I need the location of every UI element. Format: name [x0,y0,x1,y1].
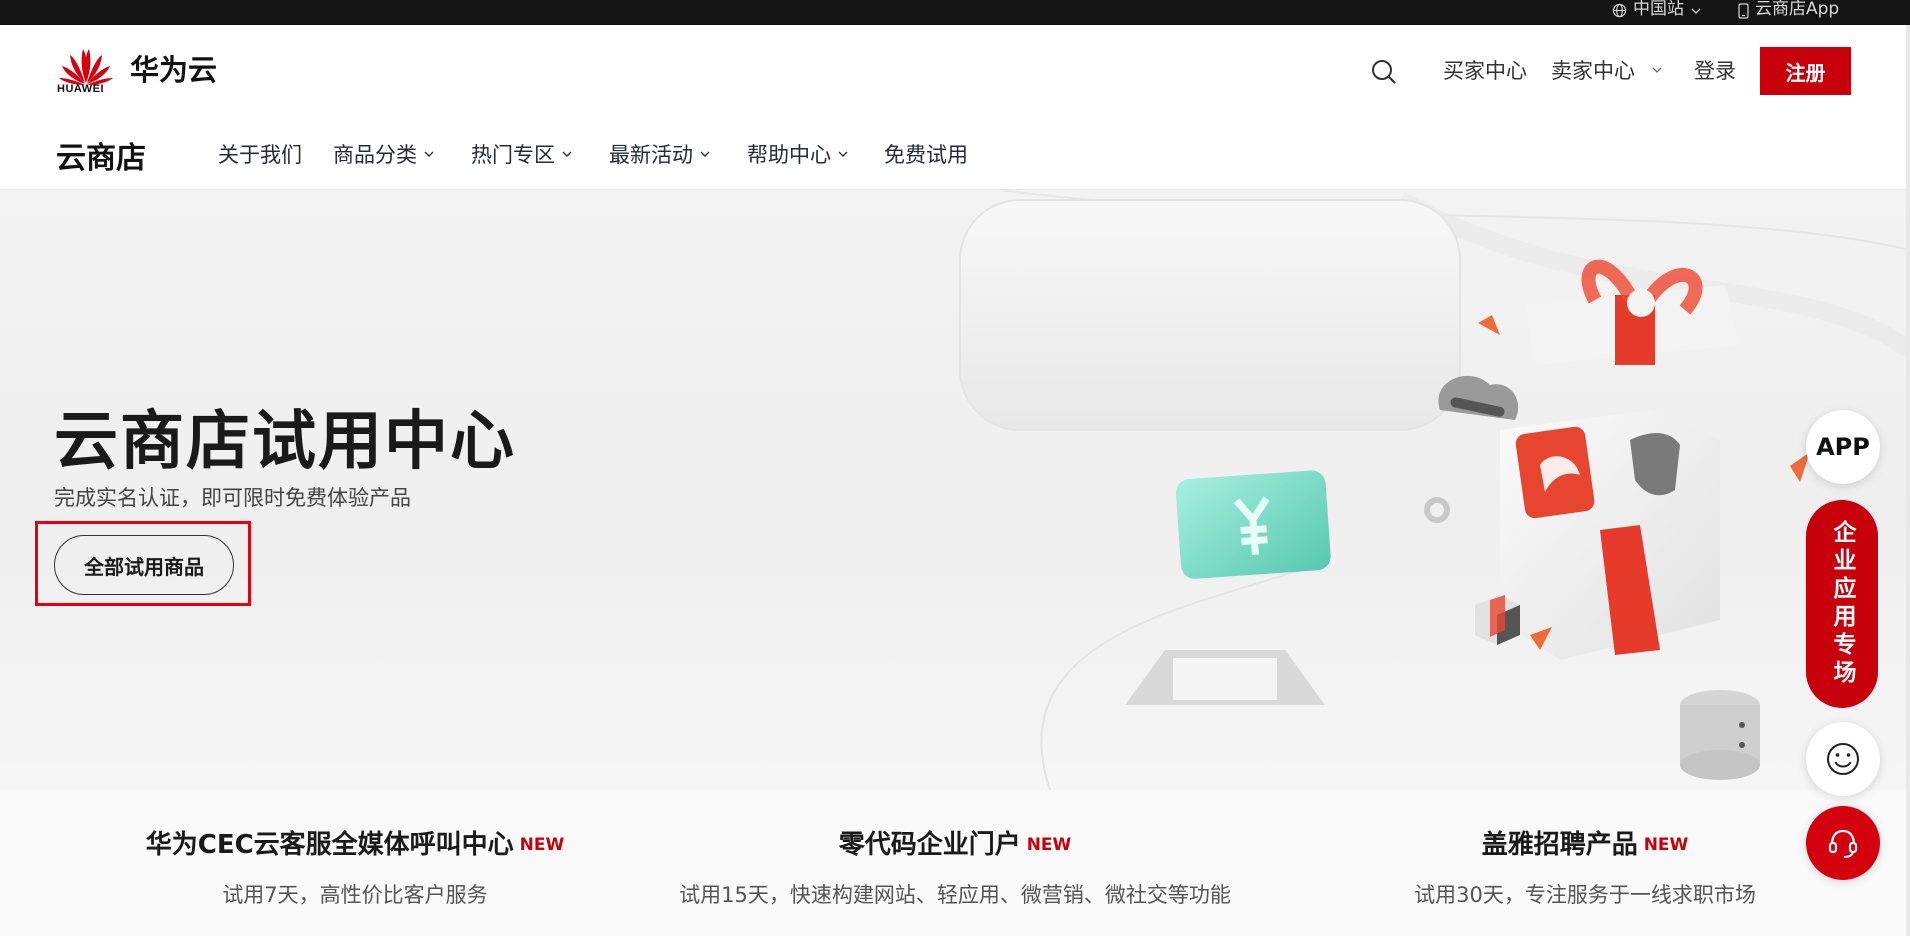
new-badge: NEW [1643,835,1689,855]
customer-service-float-button[interactable] [1806,806,1880,880]
feature-title: 华为CEC云客服全媒体呼叫中心 [145,830,514,860]
huawei-logo-text: HUAWEI [57,83,104,95]
feature-card[interactable]: 华为CEC云客服全媒体呼叫中心 NEW 试用7天，高性价比客户服务 [45,790,665,909]
hero-banner: 云商店试用中心 完成实名认证，即可限时免费体验产品 全部试用商品 [0,190,1910,790]
feedback-float-button[interactable] [1806,722,1880,796]
new-badge: NEW [1026,835,1072,855]
chevron-down-icon [700,151,710,157]
feature-card[interactable]: 零代码企业门户 NEW 试用15天，快速构建网站、轻应用、微营销、微社交等功能 [645,790,1265,909]
headset-icon [1828,829,1858,858]
top-bar: 中国站 云商店App [0,0,1910,25]
chevron-down-icon [1691,8,1701,14]
feature-description: 试用15天，快速构建网站、轻应用、微营销、微社交等功能 [679,883,1231,907]
smile-icon [1827,743,1859,775]
store-app-label: 云商店App [1755,0,1840,19]
site-header: HUAWEI 华为云 买家中心 卖家中心 登录 注册 云商店 关于我们 商品分类 热… [0,25,1910,190]
buyer-center-label: 买家中心 [1443,59,1527,83]
feature-description: 试用7天，高性价比客户服务 [222,883,488,907]
feature-card[interactable]: 盖雅招聘产品 NEW 试用30天，专注服务于一线求职市场 [1275,790,1895,909]
globe-icon [1612,3,1627,18]
store-nav-label: 热门专区 [471,143,555,167]
region-selector[interactable]: 中国站 [1612,0,1702,25]
store-nav-item[interactable]: 商品分类 [333,139,435,169]
seller-center-label: 卖家中心 [1551,59,1635,83]
store-title[interactable]: 云商店 [56,133,146,177]
store-nav-item[interactable]: 热门专区 [471,139,573,169]
chevron-down-icon [562,151,572,157]
enterprise-app-float-button[interactable]: 企业应用专场 [1806,500,1878,708]
chevron-down-icon [838,151,848,157]
store-nav-item[interactable]: 关于我们 [218,139,302,169]
feature-title-row: 零代码企业门户 NEW [645,824,1265,861]
phone-icon [1738,3,1749,19]
login-link[interactable]: 登录 [1694,55,1736,85]
chevron-down-icon [424,151,434,157]
chevron-down-icon [1652,67,1662,73]
feature-strip: 华为CEC云客服全媒体呼叫中心 NEW 试用7天，高性价比客户服务 零代码企业门户 NE… [0,790,1910,936]
store-app-link[interactable]: 云商店App [1738,0,1839,25]
region-label: 中国站 [1633,0,1684,19]
hero-subtitle: 完成实名认证，即可限时免费体验产品 [54,486,411,510]
feature-title: 盖雅招聘产品 [1481,830,1638,860]
new-badge: NEW [519,835,565,855]
feature-title-row: 华为CEC云客服全媒体呼叫中心 NEW [45,824,665,861]
search-icon[interactable] [1369,57,1399,87]
login-label: 登录 [1694,59,1736,83]
scrollbar[interactable] [1906,25,1910,936]
store-nav-label: 最新活动 [609,143,693,167]
store-nav-item[interactable]: 帮助中心 [747,139,849,169]
store-nav-label: 商品分类 [333,143,417,167]
app-float-button[interactable]: APP [1806,410,1880,484]
register-button[interactable]: 注册 [1760,47,1851,95]
buyer-center-link[interactable]: 买家中心 [1443,55,1527,85]
hero-title: 云商店试用中心 [54,405,516,479]
store-nav-label: 关于我们 [218,143,302,167]
brand-name[interactable]: 华为云 [130,47,217,89]
feature-description: 试用30天，专注服务于一线求职市场 [1414,883,1756,907]
feature-title: 零代码企业门户 [838,830,1021,860]
store-nav-label: 免费试用 [884,143,968,167]
store-nav-item[interactable]: 免费试用 [884,139,968,169]
seller-center-menu[interactable]: 卖家中心 [1551,55,1663,85]
all-trial-products-button[interactable]: 全部试用商品 [54,535,234,595]
store-nav-label: 帮助中心 [747,143,831,167]
feature-title-row: 盖雅招聘产品 NEW [1275,824,1895,861]
store-nav-item[interactable]: 最新活动 [609,139,711,169]
